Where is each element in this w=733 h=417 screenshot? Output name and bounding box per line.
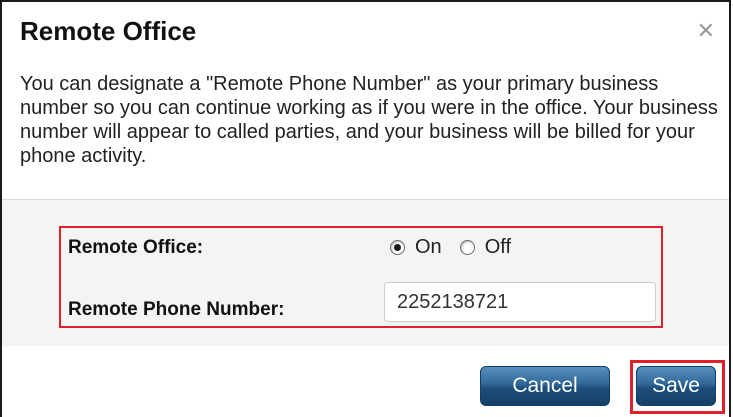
cancel-button[interactable]: Cancel <box>480 366 610 406</box>
remote-office-on-label[interactable]: On <box>415 236 442 259</box>
remote-phone-number-label: Remote Phone Number: <box>68 299 285 320</box>
dialog-footer: Cancel Save <box>2 346 729 417</box>
save-button[interactable]: Save <box>636 366 716 406</box>
dialog-description: You can designate a "Remote Phone Number… <box>20 73 718 167</box>
remote-office-off-radio[interactable] <box>459 240 475 255</box>
close-icon[interactable]: ✕ <box>697 20 715 42</box>
dialog-title: Remote Office <box>20 16 197 46</box>
remote-office-radio-group: On Off <box>390 236 529 259</box>
remote-office-off-label[interactable]: Off <box>485 236 511 259</box>
remote-office-dialog: Remote Office ✕ You can designate a "Rem… <box>0 0 731 417</box>
remote-office-on-radio[interactable] <box>390 240 405 255</box>
settings-form: Remote Office: On Off Remote Phone Numbe… <box>2 199 729 347</box>
remote-office-label: Remote Office: <box>68 237 204 258</box>
remote-phone-number-input[interactable] <box>384 282 656 322</box>
